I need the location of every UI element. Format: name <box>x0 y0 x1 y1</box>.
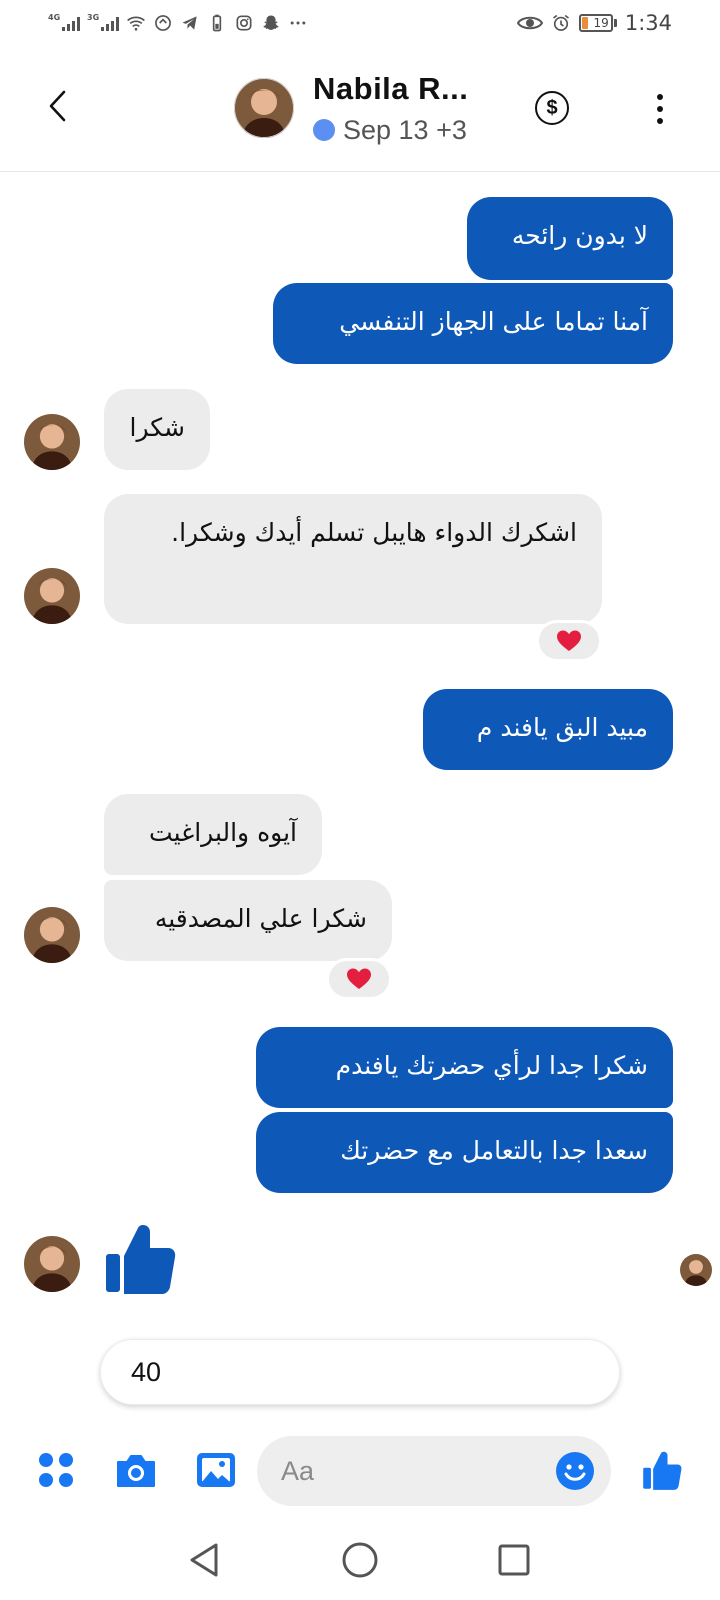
outgoing-message[interactable]: لا بدون رائحه <box>467 197 673 280</box>
incoming-message[interactable]: شكرا علي المصدقيه <box>104 880 392 961</box>
camera-icon[interactable] <box>112 1446 160 1494</box>
heart-reaction[interactable] <box>536 620 602 662</box>
data-saver-icon <box>155 15 171 31</box>
draft-suggestion[interactable]: 40 <box>100 1339 620 1405</box>
clock-time: 1:34 <box>624 11 672 35</box>
alarm-icon <box>552 14 569 31</box>
outgoing-message[interactable]: شكرا جدا لرأي حضرتك يافندم <box>256 1027 673 1108</box>
contact-avatar[interactable] <box>24 568 80 624</box>
battery-icon: 19 <box>578 14 617 32</box>
instagram-icon <box>236 15 252 31</box>
message-input[interactable]: Aa <box>257 1436 611 1506</box>
grid-dots-icon[interactable] <box>32 1446 80 1494</box>
presence-text: Sep 13 +3 <box>343 114 467 145</box>
eye-comfort-icon <box>516 16 543 30</box>
status-left-icons: 4G 3G <box>48 10 308 36</box>
contact-name[interactable]: Nabila R... <box>313 71 468 107</box>
dollar-circle-icon[interactable]: $ <box>535 91 569 125</box>
outgoing-message[interactable]: آمنا تماما على الجهاز التنفسي <box>273 283 673 364</box>
emoji-icon[interactable] <box>555 1451 595 1491</box>
outgoing-message[interactable]: مبيد البق يافند م <box>423 689 673 770</box>
wifi-icon <box>127 16 145 31</box>
snapchat-icon <box>263 15 279 30</box>
system-navigation-bar <box>0 1520 720 1600</box>
battery-saver-icon <box>212 14 222 32</box>
seen-receipt-avatar <box>680 1254 712 1286</box>
gallery-icon[interactable] <box>192 1446 240 1494</box>
heart-reaction[interactable] <box>326 958 392 1000</box>
network-type-label: 3G <box>87 13 100 22</box>
back-button[interactable] <box>38 84 78 128</box>
heart-icon <box>347 968 371 989</box>
incoming-message[interactable]: اشكرك الدواء هايبل تسلم أيدك وشكرا. <box>104 494 602 624</box>
telegram-icon <box>182 16 197 30</box>
presence-status: Sep 13 +3 <box>313 114 467 146</box>
status-bar: 4G 3G 19 1:34 <box>0 0 720 46</box>
contact-avatar[interactable] <box>24 907 80 963</box>
signal-icon: 3G <box>87 13 119 31</box>
back-triangle-icon[interactable] <box>182 1538 226 1582</box>
more-notifications-icon <box>290 21 306 25</box>
contact-avatar[interactable] <box>24 414 80 470</box>
recents-square-icon[interactable] <box>492 1538 536 1582</box>
network-type-label: 4G <box>48 13 61 22</box>
outgoing-message[interactable]: سعدا جدا بالتعامل مع حضرتك <box>256 1112 673 1193</box>
more-vertical-icon[interactable] <box>648 90 672 128</box>
status-right-icons: 19 1:34 <box>516 10 672 36</box>
chat-header: Nabila R... Sep 13 +3 $ <box>0 46 720 172</box>
contact-avatar[interactable] <box>24 1236 80 1292</box>
home-circle-icon[interactable] <box>338 1538 382 1582</box>
incoming-message[interactable]: شكرا <box>104 389 210 470</box>
chevron-left-icon <box>49 90 66 122</box>
signal-icon: 4G <box>48 13 80 31</box>
presence-dot <box>313 119 335 141</box>
thumbs-up-icon[interactable] <box>104 1220 176 1296</box>
battery-level-text: 19 <box>593 16 609 30</box>
contact-avatar[interactable] <box>234 78 294 138</box>
thumbs-up-icon[interactable] <box>638 1446 686 1494</box>
message-composer: Aa <box>0 1432 720 1512</box>
heart-icon <box>557 630 581 651</box>
incoming-message[interactable]: آيوه والبراغيت <box>104 794 322 875</box>
